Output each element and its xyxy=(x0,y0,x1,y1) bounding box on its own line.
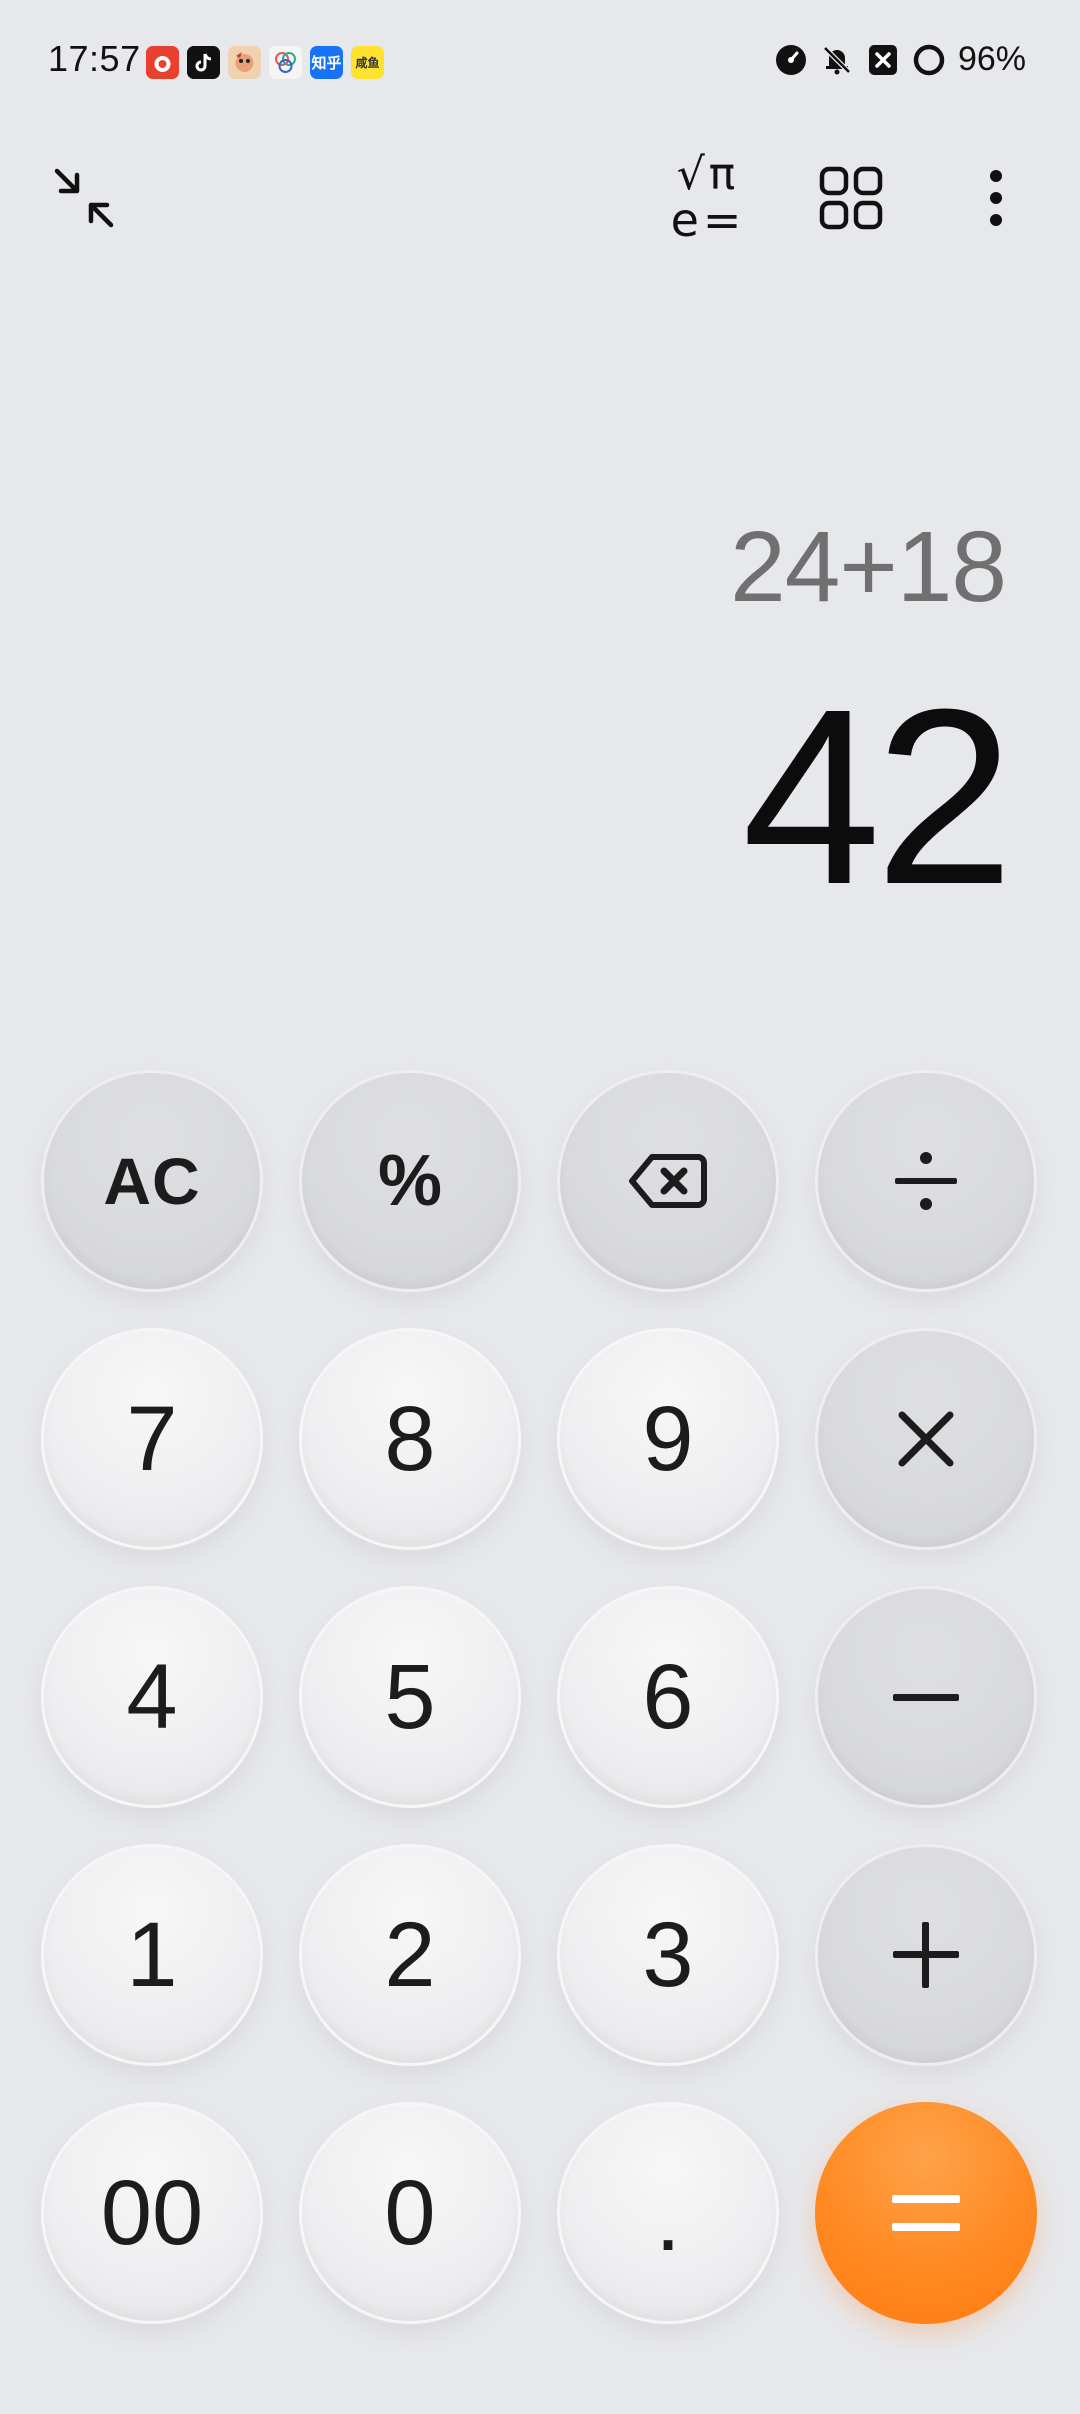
digit-0-button[interactable]: 0 xyxy=(299,2102,521,2324)
system-status-icons: 96% xyxy=(774,40,1026,79)
digit-5-label: 5 xyxy=(384,1645,436,1748)
decimal-button[interactable]: . xyxy=(557,2102,779,2324)
zhihu-label: 知乎 xyxy=(311,54,342,72)
digit-1-label: 1 xyxy=(126,1903,178,2006)
collapse-button[interactable] xyxy=(34,148,134,248)
digit-0-label: 0 xyxy=(384,2161,436,2264)
digit-6-button[interactable]: 6 xyxy=(557,1586,779,1808)
digit-8-label: 8 xyxy=(384,1387,436,1490)
photos-app-icon xyxy=(269,46,302,79)
close-box-icon xyxy=(866,43,900,77)
clear-label: AC xyxy=(103,1144,201,1218)
minus-button[interactable] xyxy=(815,1586,1037,1808)
double-zero-label: 00 xyxy=(100,2161,204,2264)
more-options-button[interactable] xyxy=(946,148,1046,248)
digit-8-button[interactable]: 8 xyxy=(299,1328,521,1550)
expression-display: 24+18 xyxy=(730,511,1007,623)
battery-ring-icon xyxy=(912,43,946,77)
digit-4-button[interactable]: 4 xyxy=(41,1586,263,1808)
plus-button[interactable] xyxy=(815,1844,1037,2066)
digit-2-button[interactable]: 2 xyxy=(299,1844,521,2066)
scientific-label-top: √π xyxy=(676,149,740,200)
scientific-mode-button[interactable]: √π e= xyxy=(658,148,758,248)
game-app-icon xyxy=(228,46,261,79)
multiply-icon xyxy=(898,1411,954,1467)
digit-7-label: 7 xyxy=(126,1387,178,1490)
result-display: 42 xyxy=(741,657,1014,936)
multiply-button[interactable] xyxy=(815,1328,1037,1550)
digit-4-label: 4 xyxy=(126,1645,178,1748)
plus-icon xyxy=(893,1922,959,1988)
equals-icon xyxy=(892,2195,960,2231)
scientific-label-bottom: e= xyxy=(670,193,746,247)
zhihu-app-icon: 知乎 xyxy=(310,46,343,79)
speedometer-icon xyxy=(774,43,808,77)
digit-9-label: 9 xyxy=(642,1387,694,1490)
grid-button[interactable] xyxy=(801,148,901,248)
digit-3-label: 3 xyxy=(642,1903,694,2006)
percent-label: % xyxy=(377,1141,443,1221)
digit-5-button[interactable]: 5 xyxy=(299,1586,521,1808)
digit-1-button[interactable]: 1 xyxy=(41,1844,263,2066)
double-zero-button[interactable]: 00 xyxy=(41,2102,263,2324)
more-vertical-icon xyxy=(990,170,1002,226)
notification-icons: 知乎 咸鱼 xyxy=(146,46,384,79)
percent-button[interactable]: % xyxy=(299,1070,521,1292)
decimal-label: . xyxy=(655,2167,681,2270)
grid-icon xyxy=(819,166,883,230)
collapse-icon xyxy=(54,168,114,228)
equals-button[interactable] xyxy=(815,2102,1037,2324)
divide-button[interactable] xyxy=(815,1070,1037,1292)
battery-percent: 96% xyxy=(957,40,1026,78)
status-bar: 17:57 知乎 咸鱼 96% xyxy=(0,0,1080,130)
digit-9-button[interactable]: 9 xyxy=(557,1328,779,1550)
status-time: 17:57 xyxy=(48,38,141,79)
digit-2-label: 2 xyxy=(384,1903,436,2006)
divide-icon xyxy=(895,1152,957,1210)
tiktok-app-icon xyxy=(187,46,220,79)
digit-3-button[interactable]: 3 xyxy=(557,1844,779,2066)
xianyu-label: 咸鱼 xyxy=(355,56,380,70)
minus-icon xyxy=(893,1694,959,1701)
xianyu-app-icon: 咸鱼 xyxy=(351,46,384,79)
digit-6-label: 6 xyxy=(642,1645,694,1748)
bell-off-icon xyxy=(820,43,854,77)
pinduoduo-app-icon xyxy=(146,46,179,79)
clear-button[interactable]: AC xyxy=(41,1070,263,1292)
calculator-screen: 17:57 知乎 咸鱼 96% √π e= 24+18 42 AC % 7 8 … xyxy=(0,0,1080,2414)
backspace-button[interactable] xyxy=(557,1070,779,1292)
backspace-icon xyxy=(629,1154,707,1208)
digit-7-button[interactable]: 7 xyxy=(41,1328,263,1550)
